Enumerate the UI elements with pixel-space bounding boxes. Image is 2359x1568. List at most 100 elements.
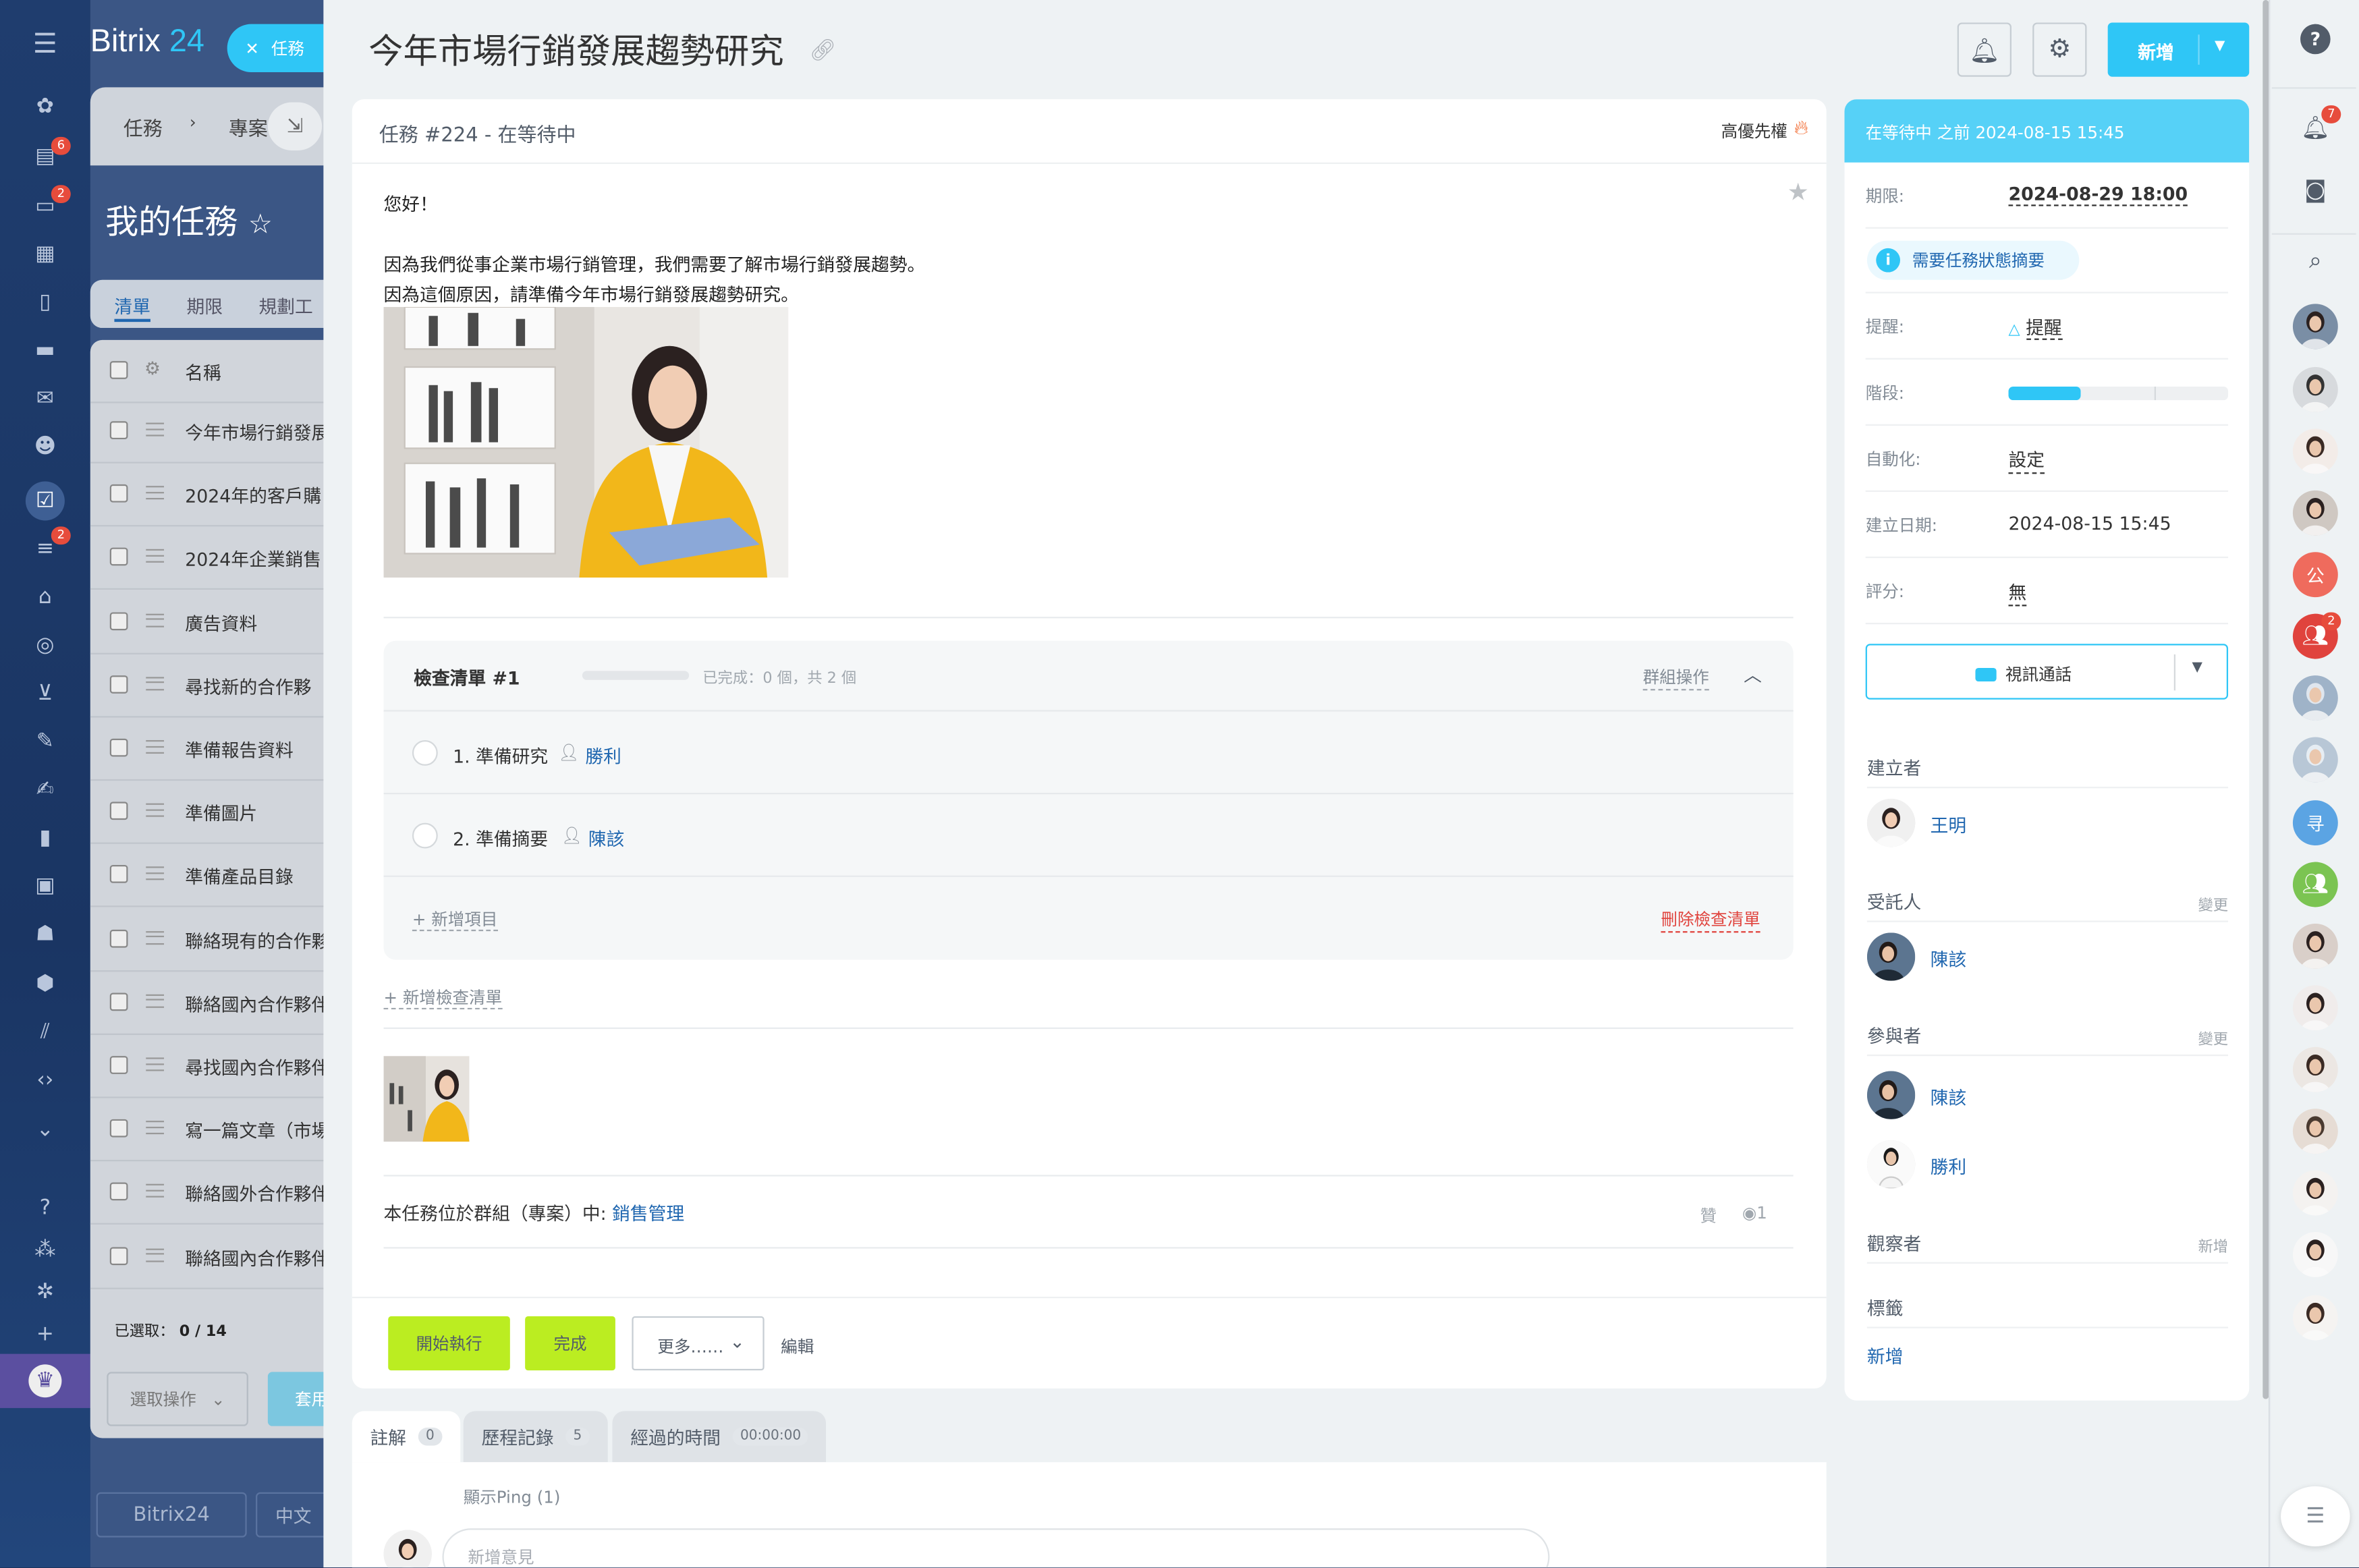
rail-letter-avatar[interactable]: 寻 <box>2292 800 2338 846</box>
drive-icon[interactable]: ▬ <box>28 334 61 367</box>
checklist-title[interactable]: 檢查清單 #1 <box>414 665 520 690</box>
row-checkbox[interactable] <box>109 928 128 947</box>
slider-scrollbar[interactable] <box>2263 0 2269 1399</box>
delete-checklist-link[interactable]: 刪除檢查清單 <box>1661 907 1760 933</box>
drag-handle-icon[interactable] <box>146 486 165 500</box>
drag-handle-icon[interactable] <box>146 804 165 818</box>
collapse-icon[interactable]: ⇲ <box>267 102 323 150</box>
help-icon[interactable]: ? <box>28 1192 61 1225</box>
analytics-icon[interactable]: ▮ <box>28 821 61 854</box>
chevron-down-icon[interactable]: ▼ <box>2192 661 2202 675</box>
assignee-name[interactable]: 陳該 <box>1931 946 1967 972</box>
drag-handle-icon[interactable] <box>146 1184 165 1198</box>
gear-icon[interactable]: ⚙ <box>144 358 161 379</box>
drag-handle-icon[interactable] <box>146 739 165 754</box>
row-checkbox[interactable] <box>109 548 128 567</box>
id-card-icon[interactable]: ▣ <box>28 870 61 903</box>
comment-input[interactable]: 新增意見 <box>442 1528 1550 1568</box>
drag-handle-icon[interactable] <box>146 613 165 627</box>
drag-handle-icon[interactable] <box>146 1121 165 1135</box>
rail-user-avatar[interactable] <box>2292 1295 2338 1341</box>
bitrix-brand-button[interactable]: Bitrix24 <box>96 1492 247 1538</box>
bg-tab-planner[interactable]: 規劃工 <box>258 293 312 319</box>
rail-user-avatar[interactable] <box>2292 737 2338 783</box>
row-task-name[interactable]: 聯絡現有的合作夥 <box>185 928 329 953</box>
table-row[interactable]: 2024年企業銷售 <box>90 527 331 590</box>
bell-button[interactable]: 🔔︎ <box>1957 22 2011 77</box>
row-checkbox[interactable] <box>109 738 128 757</box>
creator-name[interactable]: 王明 <box>1931 812 1967 838</box>
rail-user-avatar[interactable] <box>2292 923 2338 969</box>
link-icon[interactable]: 🔗︎ <box>810 39 837 63</box>
row-checkbox[interactable] <box>109 1183 128 1202</box>
chevron-up-icon[interactable]: ︿ <box>1744 662 1762 688</box>
rail-user-avatar[interactable] <box>2292 490 2338 536</box>
rail-group-avatar[interactable]: 👥︎ <box>2292 862 2338 907</box>
drag-handle-icon[interactable] <box>146 930 165 945</box>
group-action-link[interactable]: 群組操作 <box>1642 665 1709 691</box>
row-checkbox[interactable] <box>109 611 128 630</box>
row-task-name[interactable]: 尋找新的合作夥 <box>185 673 311 699</box>
drag-handle-icon[interactable] <box>146 994 165 1008</box>
stage-progress-bar[interactable] <box>2008 387 2229 401</box>
messenger-icon[interactable]: ◙ <box>2299 173 2332 206</box>
show-ping-link[interactable]: 顯示Ping (1) <box>464 1485 561 1509</box>
row-task-name[interactable]: 準備產品目錄 <box>185 864 294 890</box>
more-button[interactable]: 更多…… ⌄ <box>632 1316 765 1371</box>
row-checkbox[interactable] <box>109 1056 128 1074</box>
table-row[interactable]: 廣告資料 <box>90 590 331 654</box>
video-call-button[interactable]: 視訊通話 ▼ <box>1865 644 2229 700</box>
target-icon[interactable]: ◎ <box>28 629 61 662</box>
drag-handle-icon[interactable] <box>146 867 165 881</box>
tab-history[interactable]: 歷程記錄 5 <box>463 1411 608 1463</box>
drag-handle-icon[interactable] <box>146 676 165 690</box>
drag-handle-icon[interactable] <box>146 1057 165 1071</box>
rail-user-avatar[interactable] <box>2292 675 2338 721</box>
table-row[interactable]: 準備產品目錄 <box>90 845 331 908</box>
table-row[interactable]: 聯絡現有的合作夥 <box>90 908 331 972</box>
rail-menu-button[interactable]: ☰ <box>2281 1486 2350 1547</box>
attachment-thumbnail[interactable] <box>383 1056 470 1142</box>
deadline-value[interactable]: 2024-08-29 18:00 <box>2008 184 2188 206</box>
checklist-item-checkbox[interactable] <box>412 739 438 766</box>
star-outline-icon[interactable]: ☆ <box>248 209 273 241</box>
row-task-name[interactable]: 聯絡國外合作夥伴 <box>185 1181 329 1207</box>
select-action-dropdown[interactable]: 選取操作 ⌄ <box>107 1372 248 1426</box>
documents-icon[interactable]: ▯ <box>28 286 61 319</box>
automation-link[interactable]: 設定 <box>2008 447 2045 474</box>
row-checkbox[interactable] <box>109 484 128 503</box>
tasks-icon[interactable]: ☑ <box>25 481 65 521</box>
table-row[interactable]: 今年市場行銷發展 <box>90 400 331 464</box>
search-icon[interactable]: ⌕ <box>2299 244 2332 277</box>
add-checklist-link[interactable]: + 新增檢查清單 <box>383 985 503 1010</box>
help-icon[interactable]: ? <box>2300 24 2331 55</box>
row-task-name[interactable]: 聯絡國內合作夥伴 <box>185 1245 329 1270</box>
row-checkbox[interactable] <box>109 802 128 820</box>
row-checkbox[interactable] <box>109 1119 128 1138</box>
row-task-name[interactable]: 廣告資料 <box>185 610 257 636</box>
rail-user-avatar[interactable] <box>2292 1046 2338 1092</box>
table-row[interactable]: 2024年的客戶購 <box>90 464 331 527</box>
like-link[interactable]: 贊 <box>1700 1204 1717 1228</box>
observers-add-link[interactable]: 新增 <box>2198 1233 2228 1256</box>
apply-button[interactable]: 套用 <box>267 1372 331 1426</box>
crumb-projects[interactable]: 專案 <box>229 113 268 141</box>
rail-user-avatar[interactable] <box>2292 985 2338 1031</box>
edit-link[interactable]: 編輯 <box>781 1335 814 1359</box>
row-task-name[interactable]: 2024年企業銷售 <box>185 547 321 572</box>
calendar-icon[interactable]: ▦ <box>28 237 61 271</box>
row-task-name[interactable]: 尋找國內合作夥伴 <box>185 1055 329 1080</box>
rail-user-avatar[interactable] <box>2292 1170 2338 1216</box>
row-task-name[interactable]: 2024年的客戶購 <box>185 483 321 509</box>
table-row[interactable]: 寫一篇文章（市場 <box>90 1098 331 1162</box>
select-all-checkbox[interactable] <box>109 361 128 379</box>
mail-icon[interactable]: ✉ <box>28 382 61 415</box>
table-row[interactable]: 準備圖片 <box>90 781 331 845</box>
assignee-change-link[interactable]: 變更 <box>2198 892 2228 915</box>
row-checkbox[interactable] <box>109 421 128 440</box>
add-button[interactable]: 新增 ▼ <box>2107 22 2250 77</box>
checklist-item-user[interactable]: 陳該 <box>588 826 625 851</box>
row-checkbox[interactable] <box>109 675 128 694</box>
row-checkbox[interactable] <box>109 992 128 1011</box>
box-icon[interactable]: ⬢ <box>28 968 61 1001</box>
